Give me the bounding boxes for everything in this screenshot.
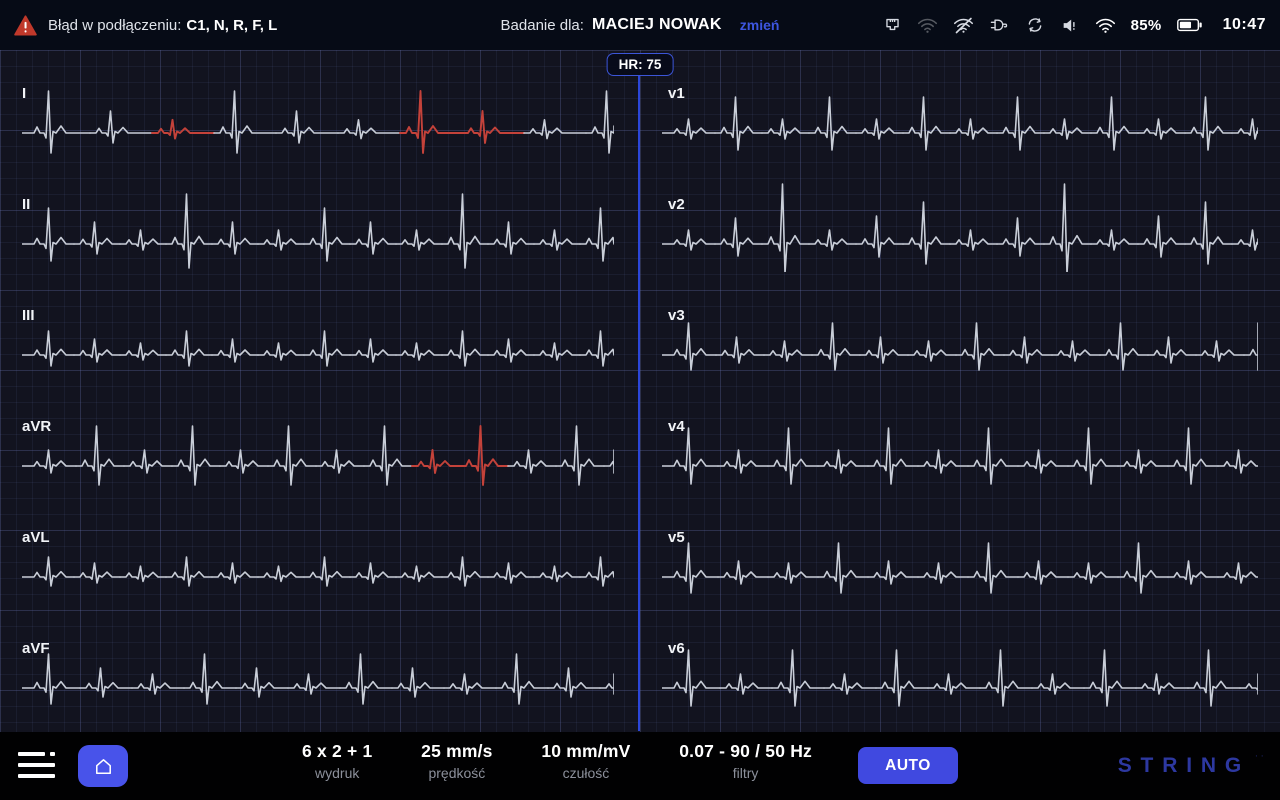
lead-strip-v1: v1 — [662, 50, 1258, 161]
lead-strip-aVF: aVF — [22, 605, 614, 716]
lead-label: aVF — [22, 640, 50, 657]
menu-icon — [18, 752, 45, 756]
logo-mark: ·· — [1255, 750, 1266, 762]
lead-label: v4 — [668, 418, 685, 435]
lead-waveform — [22, 383, 614, 494]
lead-waveform — [22, 50, 614, 161]
error-leads: C1, N, R, F, L — [186, 17, 277, 34]
lead-label: aVR — [22, 418, 51, 435]
lead-waveform — [22, 272, 614, 383]
lead-label: II — [22, 196, 30, 213]
ecg-column-right: v1 v2 v3 v4 v5 v6 — [662, 50, 1258, 716]
ethernet-icon — [883, 16, 902, 35]
ecg-column-left: I II III aVR aVL aVF — [22, 50, 614, 716]
lead-waveform — [22, 161, 614, 272]
lead-strip-III: III — [22, 272, 614, 383]
filters-setting[interactable]: 0.07 - 90 / 50 Hz filtry — [679, 741, 812, 781]
ecg-cursor-line[interactable] — [638, 75, 640, 731]
lead-waveform — [662, 50, 1258, 161]
battery-percent: 85% — [1131, 17, 1162, 34]
lead-waveform — [662, 494, 1258, 605]
home-icon — [92, 755, 115, 778]
lead-strip-v5: v5 — [662, 494, 1258, 605]
home-button[interactable] — [78, 745, 128, 787]
lead-strip-v3: v3 — [662, 272, 1258, 383]
lead-waveform — [662, 605, 1258, 716]
lead-strip-I: I — [22, 50, 614, 161]
lead-label: v1 — [668, 85, 685, 102]
sensitivity-setting[interactable]: 10 mm/mV czułość — [541, 741, 630, 781]
bottom-toolbar: 6 x 2 + 1 wydruk 25 mm/s prędkość 10 mm/… — [0, 732, 1280, 800]
lead-label: v6 — [668, 640, 685, 657]
lead-strip-II: II — [22, 161, 614, 272]
lead-waveform — [662, 383, 1258, 494]
lead-label: III — [22, 307, 35, 324]
auto-button[interactable]: AUTO — [858, 747, 958, 784]
lead-waveform — [662, 161, 1258, 272]
lead-waveform — [22, 494, 614, 605]
warning-icon — [14, 15, 37, 36]
speed-setting[interactable]: 25 mm/s prędkość — [421, 741, 492, 781]
lead-label: v3 — [668, 307, 685, 324]
exam-label: Badanie dla: — [501, 17, 584, 34]
clock: 10:47 — [1223, 16, 1266, 34]
lead-strip-v4: v4 — [662, 383, 1258, 494]
print-setting[interactable]: 6 x 2 + 1 wydruk — [302, 741, 372, 781]
wifi-icon — [1095, 17, 1116, 34]
error-text: Błąd w podłączeniu: — [48, 17, 181, 34]
speaker-icon — [1060, 16, 1080, 35]
sync-icon — [1025, 15, 1045, 35]
brand-logo: STRING — [1118, 754, 1250, 778]
lead-waveform — [22, 605, 614, 716]
change-patient-link[interactable]: zmień — [740, 17, 780, 33]
hr-badge[interactable]: HR: 75 — [607, 53, 674, 76]
exam-info: Badanie dla: MACIEJ NOWAK zmień — [501, 0, 780, 50]
patient-name: MACIEJ NOWAK — [592, 16, 722, 34]
lead-strip-aVR: aVR — [22, 383, 614, 494]
wifi-dim-icon — [917, 17, 938, 34]
wifi-off-icon — [953, 17, 974, 34]
lead-waveform — [662, 272, 1258, 383]
battery-icon — [1177, 18, 1202, 32]
ecg-area: HR: 75 I II III aVR aVL aVF v1 — [0, 50, 1280, 732]
lead-label: v5 — [668, 529, 685, 546]
connection-error-banner: Błąd w podłączeniu: C1, N, R, F, L — [14, 15, 277, 36]
plug-icon — [989, 15, 1010, 35]
lead-label: v2 — [668, 196, 685, 213]
status-icons: 85% 10:47 — [883, 15, 1266, 35]
settings-group: 6 x 2 + 1 wydruk 25 mm/s prędkość 10 mm/… — [302, 741, 812, 781]
lead-strip-v2: v2 — [662, 161, 1258, 272]
lead-strip-aVL: aVL — [22, 494, 614, 605]
lead-label: I — [22, 85, 26, 102]
menu-button[interactable] — [18, 750, 56, 782]
top-status-bar: Błąd w podłączeniu: C1, N, R, F, L Badani… — [0, 0, 1280, 50]
lead-label: aVL — [22, 529, 50, 546]
lead-strip-v6: v6 — [662, 605, 1258, 716]
